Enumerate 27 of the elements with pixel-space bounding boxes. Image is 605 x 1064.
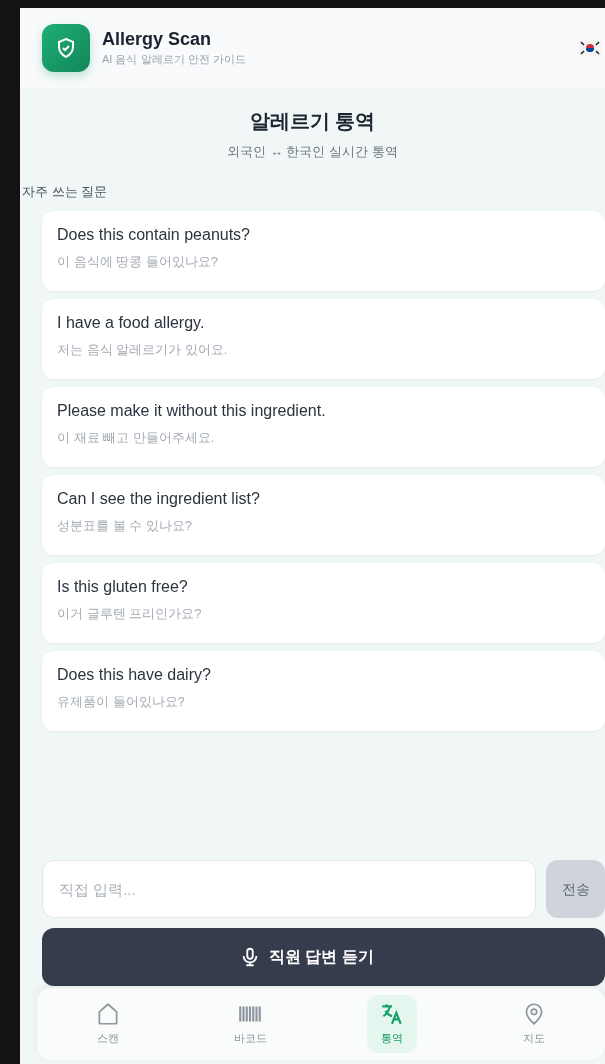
phrase-english: Is this gluten free? [57,577,189,597]
phrase-card[interactable]: Please make it without this ingredient. 이 재료 빼고 만들어주세요. [42,387,605,467]
text-input-field[interactable]: 직접 입력... [42,860,536,918]
phrase-korean: 이 재료 빼고 만들어주세요. [57,429,216,447]
app-subtitle: AI 음식 알레르기 안전 가이드 [102,51,246,67]
phrase-korean: 저는 음식 알레르기가 있어요. [57,341,229,359]
listen-button[interactable]: 직원 답변 듣기 [42,928,605,986]
phrase-english: Does this contain peanuts? [57,225,251,245]
phrase-card[interactable]: I have a food allergy. 저는 음식 알레르기가 있어요. [42,299,605,379]
phrase-english: Does this have dairy? [57,665,212,685]
phrase-english: I have a food allergy. [57,313,206,333]
phrase-korean: 성분표를 볼 수 있나요? [57,517,194,535]
phrase-card[interactable]: Does this have dairy? 유제품이 들어있나요? [42,651,605,731]
phrase-english: Please make it without this ingredient. [57,401,327,421]
phrase-card[interactable]: Is this gluten free? 이거 글루텐 프리인가요? [42,563,605,643]
phrase-korean: 유제품이 들어있나요? [57,693,186,711]
phrase-korean: 이 음식에 땅콩 들어있나요? [57,253,220,271]
phrase-english: Can I see the ingredient list? [57,489,261,509]
page-title: 알레르기 통역 [248,109,377,134]
flag-icon [579,40,601,56]
page-subtitle: 외국인 ↔ 한국인 실시간 통역 [226,143,399,161]
app-title: Allergy Scan [102,28,213,51]
phrase-card[interactable]: Does this contain peanuts? 이 음식에 땅콩 들어있나요? [42,211,605,291]
phrase-card[interactable]: Can I see the ingredient list? 성분표를 볼 수 있나요? [42,475,605,555]
home-icon [95,1001,121,1028]
phrase-korean: 이거 글루텐 프리인가요? [57,605,203,623]
section-label: 자주 쓰는 질문 [21,182,109,201]
